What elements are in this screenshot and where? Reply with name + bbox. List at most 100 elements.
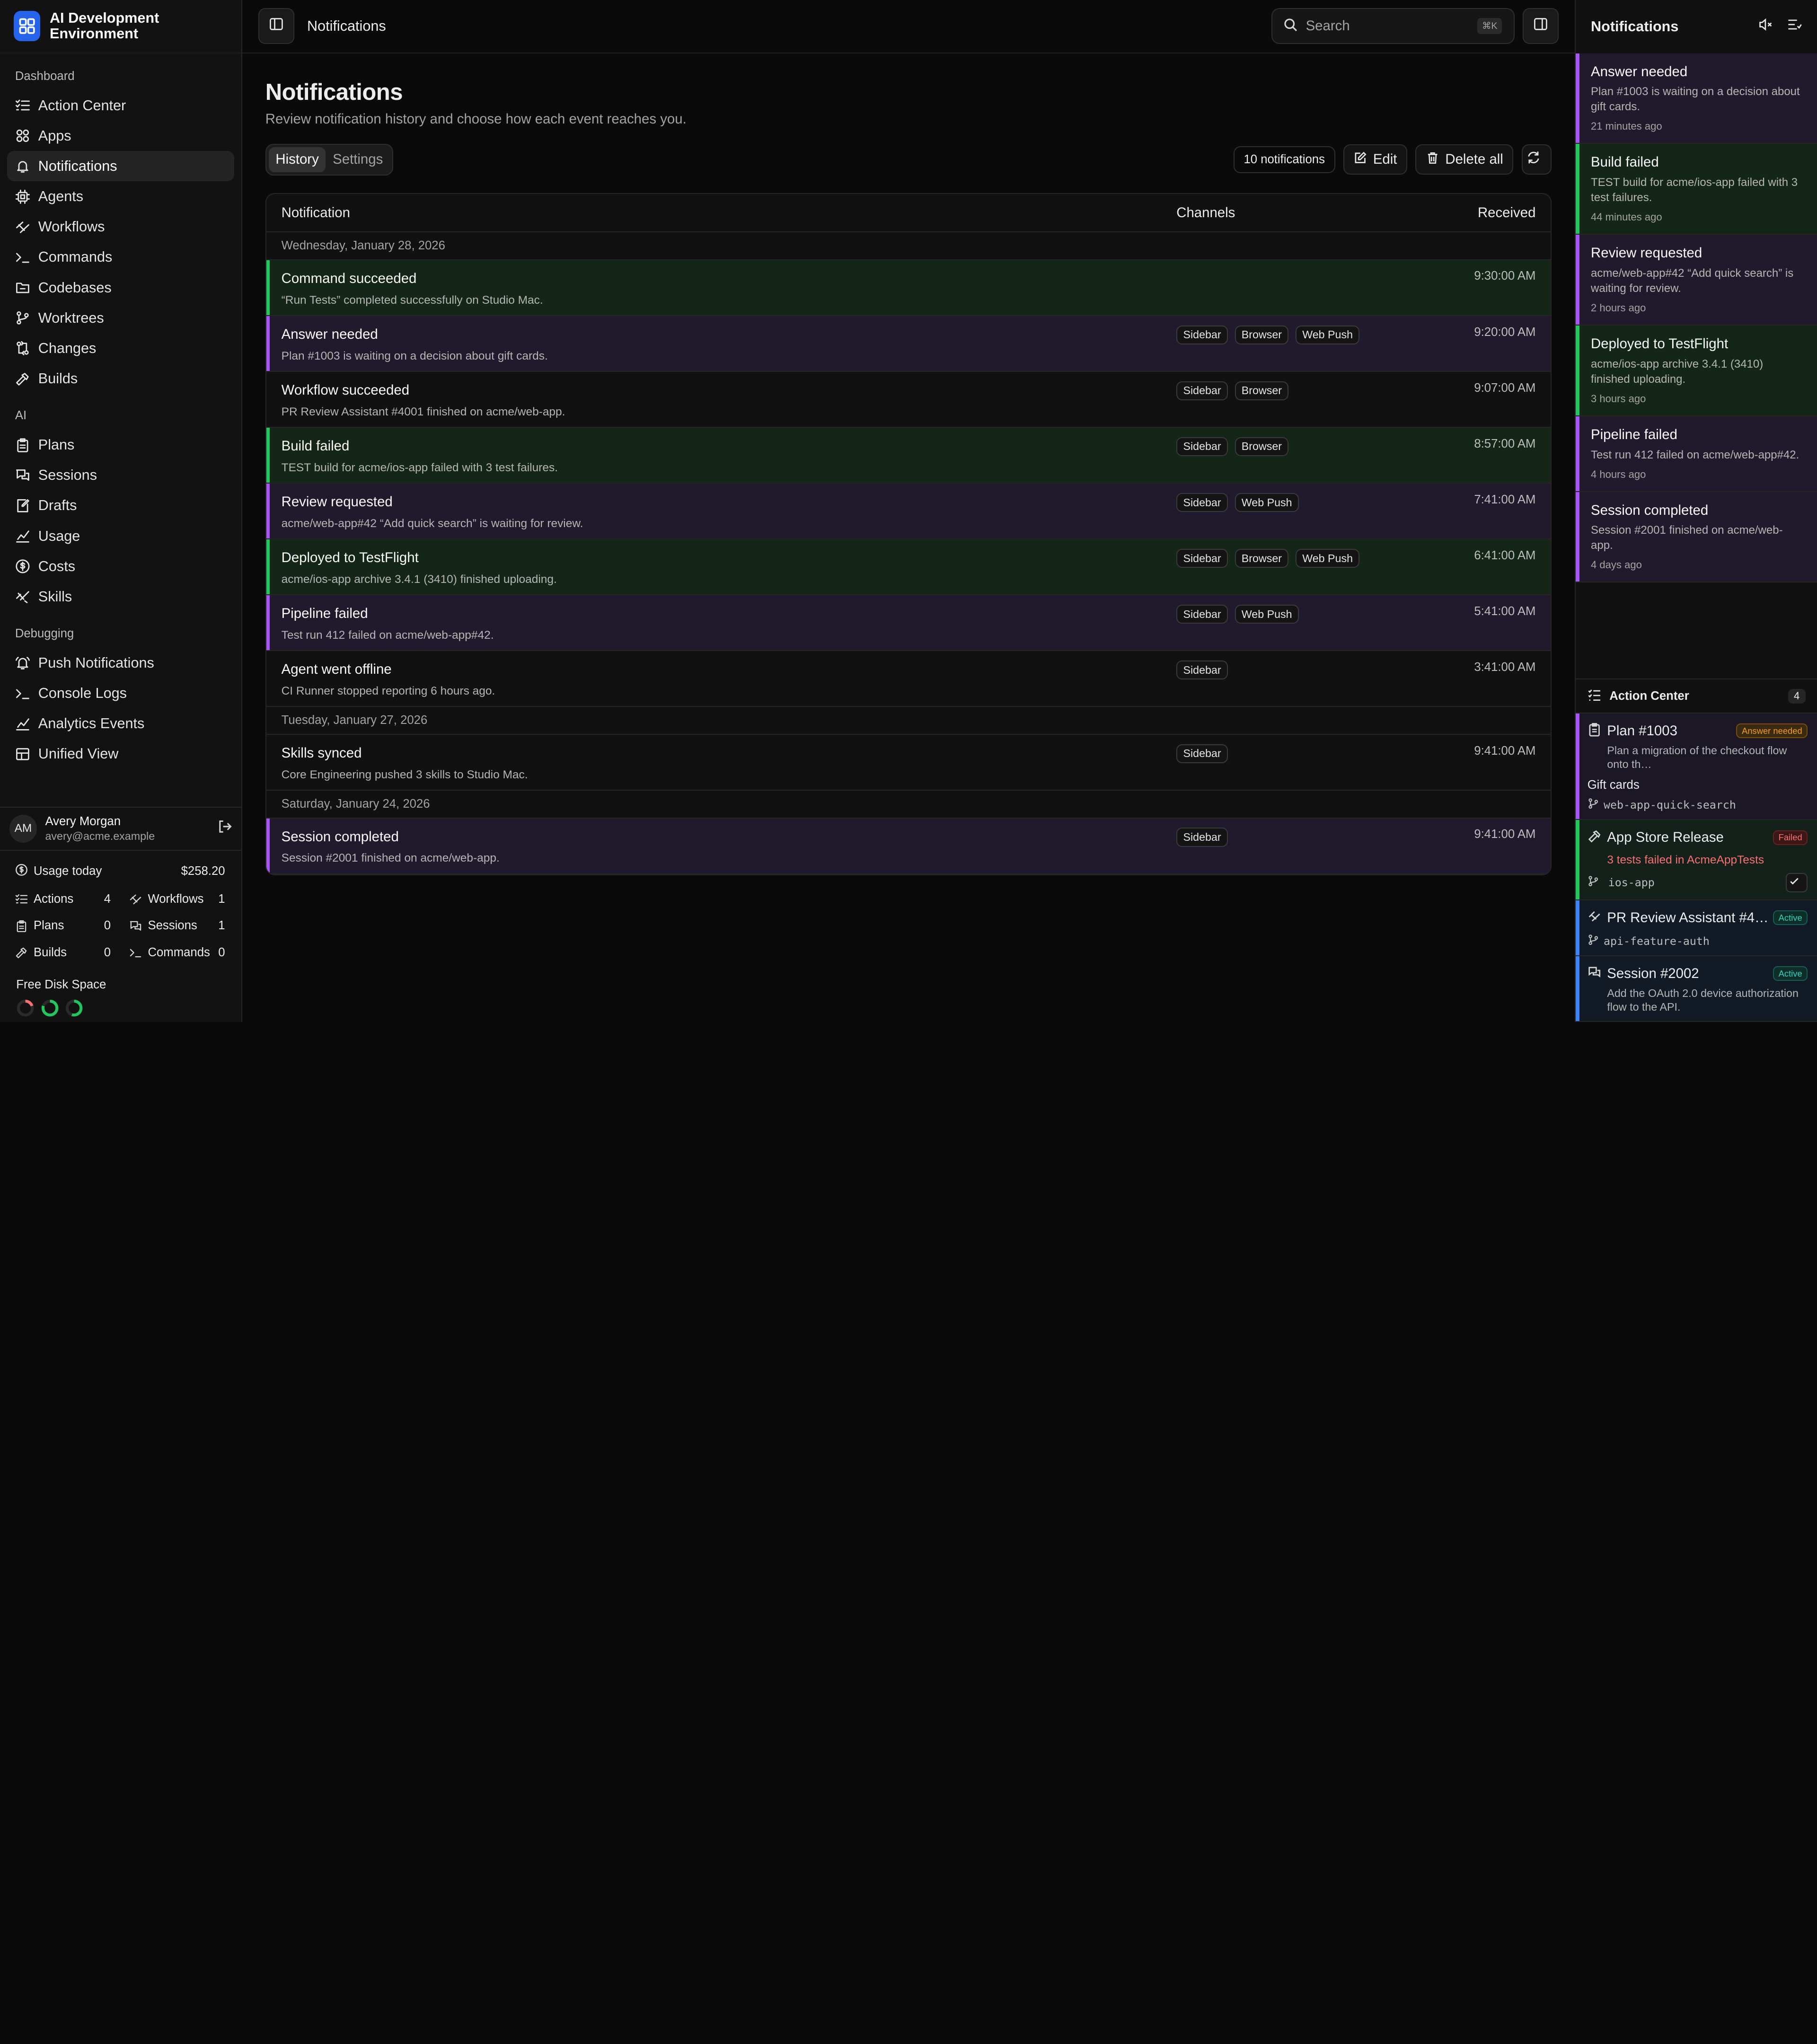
avatar[interactable]: AM xyxy=(9,814,37,843)
row-main: Pipeline failed Test run 412 failed on ac… xyxy=(282,605,1177,650)
action-center-header[interactable]: Action Center 4 xyxy=(1576,678,1817,714)
panel-notification[interactable]: Build failed TEST build for acme/ios-app … xyxy=(1576,144,1817,235)
panel-notification[interactable]: Review requested acme/web-app#42 “Add qui… xyxy=(1576,235,1817,326)
channel-chip: Sidebar xyxy=(1176,744,1228,764)
action-session[interactable]: Session #2002 Active Add the OAuth 2.0 d… xyxy=(1576,956,1817,1022)
refresh-button[interactable] xyxy=(1521,144,1552,175)
sidebar-item-push-notifications[interactable]: Push Notifications xyxy=(7,648,234,678)
sidebar-item-skills[interactable]: Skills xyxy=(7,581,234,612)
stat-value: 0 xyxy=(104,919,111,933)
notification-desc: PR Review Assistant #4001 finished on ac… xyxy=(281,405,565,418)
sidebar-item-costs[interactable]: Costs xyxy=(7,551,234,581)
toggle-sidebar-button[interactable] xyxy=(258,8,295,44)
approve-button[interactable] xyxy=(1785,872,1808,893)
row-main: Review requested acme/web-app#42 “Add qui… xyxy=(282,493,1177,538)
sidebar-item-agents[interactable]: Agents xyxy=(7,181,234,211)
sidebar-item-commands[interactable]: Commands xyxy=(7,242,234,273)
panel-notification[interactable]: Answer needed Plan #1003 is waiting on a … xyxy=(1576,53,1817,144)
action-center-count: 4 xyxy=(1788,688,1806,704)
action-plan-desc: Plan a migration of the checkout flow on… xyxy=(1607,744,1787,770)
table-row[interactable]: Command succeeded “Run Tests” completed s… xyxy=(266,260,1551,316)
action-release[interactable]: App Store Release Failed 3 tests failed … xyxy=(1576,820,1817,900)
notification-title: Answer needed xyxy=(281,326,378,342)
notification-title: Build failed xyxy=(281,438,350,454)
panel-notification-time: 44 minutes ago xyxy=(1591,211,1662,223)
terminal-icon xyxy=(15,686,38,701)
sidebar-item-worktrees[interactable]: Worktrees xyxy=(7,303,234,333)
brand[interactable]: AI Development Environment xyxy=(0,0,241,53)
sidebar-item-apps[interactable]: Apps xyxy=(7,121,234,151)
disk-ring-icon[interactable] xyxy=(41,999,59,1022)
action-plan[interactable]: Plan #1003 Answer needed Plan a migratio… xyxy=(1576,713,1817,820)
sidebar-item-unified-view[interactable]: Unified View xyxy=(7,739,234,769)
panel-notification[interactable]: Deployed to TestFlight acme/ios-app archi… xyxy=(1576,325,1817,416)
stat-sessions[interactable]: Sessions 1 xyxy=(129,916,225,935)
table-row[interactable]: Build failed TEST build for acme/ios-app … xyxy=(266,428,1551,484)
action-plan-sub: Gift cards xyxy=(1587,778,1640,792)
sidebar-item-action-center[interactable]: Action Center xyxy=(7,90,234,121)
table-row[interactable]: Workflow succeeded PR Review Assistant #4… xyxy=(266,372,1551,428)
sidebar-item-label: Unified View xyxy=(38,746,119,762)
notification-desc: acme/ios-app archive 3.4.1 (3410) finish… xyxy=(281,573,557,586)
sidebar-item-workflows[interactable]: Workflows xyxy=(7,212,234,242)
channel-chip: Sidebar xyxy=(1176,493,1228,512)
date-group-header: Tuesday, January 27, 2026 xyxy=(266,707,1551,735)
sidebar-item-sessions[interactable]: Sessions xyxy=(7,460,234,491)
table-row[interactable]: Answer needed Plan #1003 is waiting on a … xyxy=(266,316,1551,372)
table-row[interactable]: Deployed to TestFlight acme/ios-app archi… xyxy=(266,539,1551,596)
mark-read-icon[interactable] xyxy=(1787,16,1802,37)
nav-section-title: Dashboard xyxy=(15,69,75,83)
action-release-error: 3 tests failed in AcmeAppTests xyxy=(1607,854,1764,867)
table-row[interactable]: Pipeline failed Test run 412 failed on ac… xyxy=(266,595,1551,652)
sidebar-item-drafts[interactable]: Drafts xyxy=(7,491,234,521)
panel-notification-title: Deployed to TestFlight xyxy=(1591,335,1729,352)
panel-notification[interactable]: Pipeline failed Test run 412 failed on ac… xyxy=(1576,416,1817,492)
delete-all-button[interactable]: Delete all xyxy=(1415,144,1514,175)
sparkle-icon xyxy=(15,589,38,604)
disk-ring-icon[interactable] xyxy=(65,999,83,1022)
tab-settings[interactable]: Settings xyxy=(326,147,390,173)
col-notification[interactable]: Notification xyxy=(282,205,1177,221)
user-email: avery@acme.example xyxy=(45,829,155,842)
sidebar-item-usage[interactable]: Usage xyxy=(7,521,234,551)
mute-icon[interactable] xyxy=(1758,16,1773,37)
col-channels[interactable]: Channels xyxy=(1176,205,1443,221)
branch-icon xyxy=(1588,875,1604,890)
sidebar-item-label: Workflows xyxy=(38,219,105,235)
stat-workflows[interactable]: Workflows 1 xyxy=(129,890,225,908)
panel-notification[interactable]: Session completed Session #2001 finished … xyxy=(1576,492,1817,583)
tab-history[interactable]: History xyxy=(268,147,326,173)
sidebar-item-notifications[interactable]: Notifications xyxy=(7,151,235,182)
edit-button[interactable]: Edit xyxy=(1343,144,1408,175)
stat-actions[interactable]: Actions 4 xyxy=(15,890,111,908)
stat-builds[interactable]: Builds 0 xyxy=(15,943,111,962)
notification-count: 10 notifications xyxy=(1233,146,1335,174)
sidebar-item-analytics-events[interactable]: Analytics Events xyxy=(7,709,234,739)
toggle-panel-button[interactable] xyxy=(1523,8,1559,44)
logout-icon[interactable] xyxy=(217,818,232,839)
usage-today[interactable]: Usage today $258.20 xyxy=(15,862,225,881)
table-row[interactable]: Session completed Session #2001 finished … xyxy=(266,818,1551,874)
table-row[interactable]: Agent went offline CI Runner stopped repo… xyxy=(266,651,1551,707)
sidebar-item-console-logs[interactable]: Console Logs xyxy=(7,678,234,708)
channel-chip: Sidebar xyxy=(1176,660,1228,680)
date-group-header: Saturday, January 24, 2026 xyxy=(266,791,1551,819)
stat-plans[interactable]: Plans 0 xyxy=(15,916,111,935)
status-badge: Active xyxy=(1773,910,1808,925)
sidebar-item-codebases[interactable]: Codebases xyxy=(7,273,234,303)
action-review-branch: api-feature-auth xyxy=(1588,934,1808,948)
sidebar-item-builds[interactable]: Builds xyxy=(7,363,234,394)
table-row[interactable]: Skills synced Core Engineering pushed 3 s… xyxy=(266,735,1551,791)
search-input[interactable]: Search ⌘K xyxy=(1271,8,1515,44)
sidebar-item-plans[interactable]: Plans xyxy=(7,430,234,460)
clipboard-icon xyxy=(15,438,38,453)
stat-label: Builds xyxy=(34,945,67,959)
sidebar-item-changes[interactable]: Changes xyxy=(7,333,234,363)
received-time: 8:57:00 AM xyxy=(1474,437,1536,450)
disk-ring-icon[interactable] xyxy=(16,999,35,1022)
table-row[interactable]: Review requested acme/web-app#42 “Add qui… xyxy=(266,484,1551,540)
action-review[interactable]: PR Review Assistant #4… Active api-featu… xyxy=(1576,900,1817,956)
dollar-icon xyxy=(15,863,28,880)
stat-commands[interactable]: Commands 0 xyxy=(129,943,225,962)
col-received[interactable]: Received xyxy=(1443,205,1535,221)
